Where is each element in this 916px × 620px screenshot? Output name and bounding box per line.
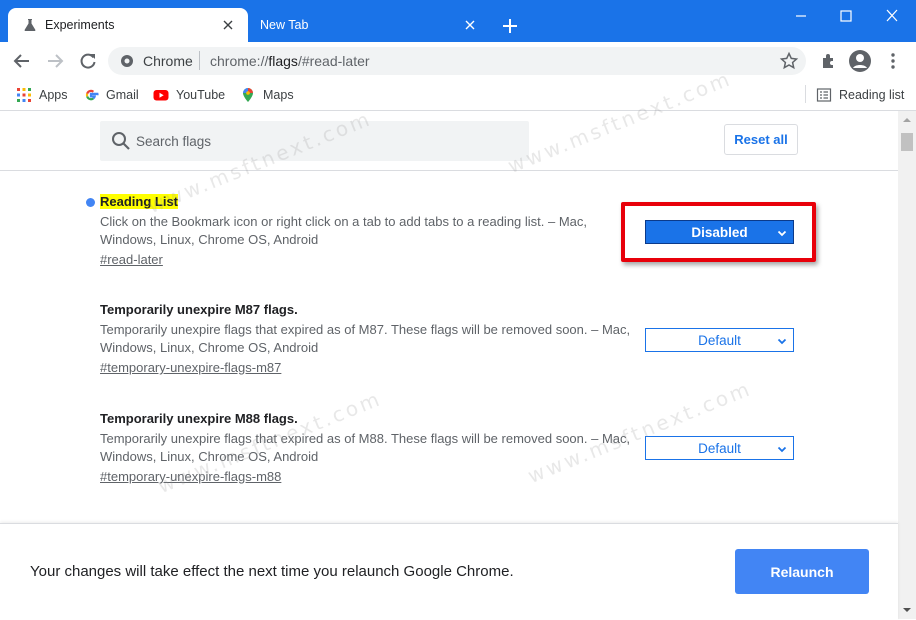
scroll-down-arrow-icon[interactable] <box>898 601 916 619</box>
relaunch-message: Your changes will take effect the next t… <box>30 563 514 580</box>
select-value: Default <box>698 332 741 348</box>
omnibox-separator <box>199 51 200 70</box>
chrome-page-icon <box>121 55 133 67</box>
flag-unexpire-m88: Temporarily unexpire M88 flags. Temporar… <box>100 411 640 484</box>
close-tab-icon[interactable] <box>460 15 480 35</box>
flag-title: Temporarily unexpire M87 flags. <box>100 302 298 317</box>
header-divider <box>0 170 898 171</box>
chevron-down-icon <box>777 446 787 453</box>
back-arrow-icon[interactable] <box>12 51 32 71</box>
scroll-up-arrow-icon[interactable] <box>898 111 916 129</box>
omnibox-chrome-label: Chrome <box>143 53 193 69</box>
minimize-icon[interactable] <box>789 6 813 26</box>
close-window-icon[interactable] <box>880 6 904 26</box>
extensions-puzzle-icon[interactable] <box>819 51 839 71</box>
search-input[interactable] <box>136 131 516 151</box>
flag-permalink[interactable]: #temporary-unexpire-flags-m88 <box>100 469 281 484</box>
modified-flag-indicator <box>86 198 95 207</box>
flag-title: Reading List <box>100 194 179 209</box>
flag-state-select-reading-list[interactable]: Disabled <box>645 220 794 244</box>
reading-list-label: Reading list <box>839 88 905 102</box>
profile-avatar-icon[interactable] <box>848 49 872 73</box>
new-tab-plus-icon[interactable] <box>498 14 522 38</box>
select-value: Default <box>698 440 741 456</box>
bookmark-gmail[interactable]: Gmail <box>83 86 139 104</box>
close-tab-icon[interactable] <box>218 15 238 35</box>
select-value: Disabled <box>691 224 748 240</box>
tab-new-tab[interactable]: New Tab <box>250 8 490 42</box>
chevron-down-icon <box>777 230 787 237</box>
bookmarks-separator <box>805 85 806 103</box>
chevron-down-icon <box>777 338 787 345</box>
reading-list-icon <box>816 88 832 102</box>
flag-unexpire-m87: Temporarily unexpire M87 flags. Temporar… <box>100 302 640 375</box>
tab-experiments[interactable]: Experiments <box>8 8 248 42</box>
flag-title: Temporarily unexpire M88 flags. <box>100 411 298 426</box>
google-g-icon <box>85 89 99 101</box>
bookmark-label: Maps <box>263 88 294 102</box>
bookmark-youtube[interactable]: YouTube <box>153 86 225 104</box>
reload-icon[interactable] <box>78 51 98 71</box>
vertical-scrollbar[interactable] <box>898 111 916 619</box>
bookmark-maps[interactable]: Maps <box>240 86 294 104</box>
search-icon <box>112 132 130 150</box>
flask-icon <box>24 19 36 31</box>
flag-description: Temporarily unexpire flags that expired … <box>100 322 631 355</box>
bookmark-star-icon[interactable] <box>779 51 799 71</box>
reading-list-button[interactable]: Reading list <box>816 86 904 104</box>
tab-title: Experiments <box>45 18 115 32</box>
flag-permalink[interactable]: #read-later <box>100 252 163 267</box>
flag-description: Temporarily unexpire flags that expired … <box>100 431 631 464</box>
flag-state-select-m88[interactable]: Default <box>645 436 794 460</box>
address-url[interactable]: chrome://flags/#read-later <box>210 53 370 69</box>
flag-description: Click on the Bookmark icon or right clic… <box>100 214 588 247</box>
reset-all-button[interactable]: Reset all <box>724 124 798 155</box>
maximize-icon[interactable] <box>834 6 858 26</box>
bookmark-apps[interactable]: Apps <box>16 86 68 104</box>
bookmark-label: Gmail <box>106 88 139 102</box>
flag-state-select-m87[interactable]: Default <box>645 328 794 352</box>
youtube-icon <box>153 90 169 101</box>
scrollbar-thumb[interactable] <box>901 133 913 151</box>
bookmark-label: YouTube <box>176 88 226 102</box>
flag-permalink[interactable]: #temporary-unexpire-flags-m87 <box>100 360 281 375</box>
maps-pin-icon <box>243 88 253 102</box>
menu-kebab-icon[interactable] <box>883 51 903 71</box>
tab-title: New Tab <box>260 18 309 32</box>
relaunch-button[interactable]: Relaunch <box>735 549 869 594</box>
flag-reading-list: Reading List Click on the Bookmark icon … <box>100 194 640 267</box>
bookmark-label: Apps <box>39 88 68 102</box>
forward-arrow-icon[interactable] <box>45 51 65 71</box>
apps-grid-icon <box>17 88 31 102</box>
